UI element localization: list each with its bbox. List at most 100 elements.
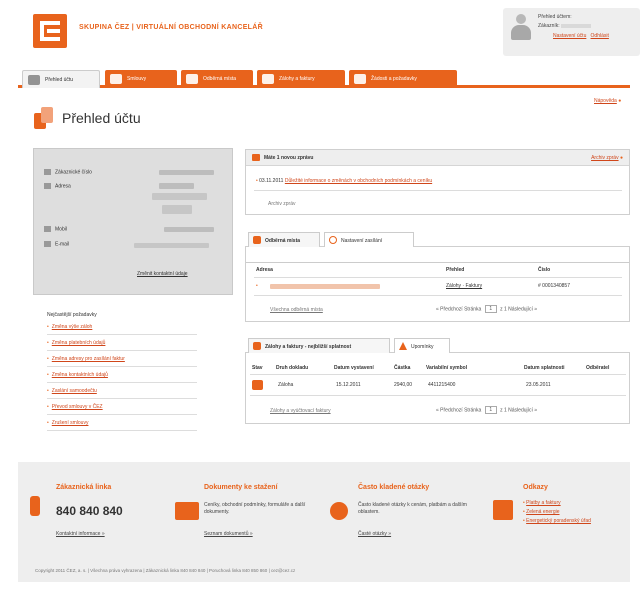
home-icon bbox=[28, 75, 40, 85]
all-invoices-link[interactable]: Zálohy a vyúčtovací faktury bbox=[270, 408, 331, 414]
faq-link[interactable]: Časté otázky » bbox=[358, 531, 391, 538]
tab-contracts[interactable]: Smlouvy bbox=[105, 70, 177, 88]
pager-next[interactable]: Následující » bbox=[508, 306, 537, 312]
list-item[interactable]: • Změna výše záloh bbox=[47, 324, 92, 330]
faq-title: Často kladené otázky bbox=[358, 484, 430, 491]
footer: Zákaznická linka 840 840 840 Kontaktní i… bbox=[18, 462, 630, 582]
logout-link[interactable]: Odhlásit bbox=[591, 33, 609, 39]
address-value-2 bbox=[152, 193, 207, 200]
col-issued: Datum vystavení bbox=[334, 365, 374, 371]
invoice-due: 23.05.2011 bbox=[526, 382, 551, 388]
divider bbox=[254, 295, 622, 296]
divider bbox=[250, 374, 626, 375]
all-places-link[interactable]: Všechna odběrná místa bbox=[270, 307, 323, 313]
page-title: Přehled účtu bbox=[62, 110, 141, 126]
footer-link-item[interactable]: • Zelená energie bbox=[523, 509, 560, 516]
invoices-panel: Stav Druh dokladu Datum vystavení Částka… bbox=[245, 352, 630, 424]
address-value-3 bbox=[162, 205, 192, 214]
col-number: Číslo bbox=[538, 267, 551, 273]
info-row-email: E-mail bbox=[44, 241, 69, 247]
bullet-icon: • bbox=[256, 178, 258, 184]
list-item[interactable]: • Převod smlouvy v ČEZ bbox=[47, 404, 103, 410]
tab-places-settings[interactable]: Nastavení zasílání bbox=[324, 232, 414, 247]
col-vs: Variabilní symbol bbox=[426, 365, 468, 371]
place-row-bullet: • bbox=[256, 283, 258, 289]
messages-header: Máte 1 novou zprávu bbox=[246, 150, 629, 166]
id-icon bbox=[44, 169, 51, 175]
user-avatar-icon bbox=[510, 14, 532, 42]
tab-places-active[interactable]: Odběrná místa bbox=[248, 232, 320, 247]
bullet-icon: • bbox=[47, 420, 49, 426]
copyright: Copyright 2011 ČEZ, a. s. | Všechna práv… bbox=[35, 568, 296, 573]
divider bbox=[47, 398, 197, 399]
message-item[interactable]: • 03.11.2011 Důležité informace o změnác… bbox=[256, 178, 432, 184]
warning-icon bbox=[399, 342, 407, 350]
list-item[interactable]: • Změna kontaktních údajů bbox=[47, 372, 108, 378]
documents-icon bbox=[34, 107, 54, 129]
docs-link[interactable]: Seznam dokumentů » bbox=[204, 531, 253, 538]
brand-title: SKUPINA ČEZ | VIRTUÁLNÍ OBCHODNÍ KANCELÁ… bbox=[79, 24, 263, 31]
tab-account-overview[interactable]: Přehled účtu bbox=[22, 70, 100, 88]
list-item[interactable]: • Zrušení smlouvy bbox=[47, 420, 88, 426]
arrow-icon: ● bbox=[619, 155, 623, 161]
info-row-mobile: Mobil bbox=[44, 226, 67, 232]
messages-archive-link[interactable]: Archiv zpráv bbox=[591, 155, 619, 161]
faq-text: Často kladené otázky k cenám, platbám a … bbox=[358, 502, 467, 515]
envelope-icon bbox=[252, 154, 260, 161]
invoice-vs: 4411215400 bbox=[428, 382, 456, 388]
invoice-icon bbox=[253, 342, 261, 350]
list-item[interactable]: • Změna adresy pro zasílání faktur bbox=[47, 356, 125, 362]
documents-icon bbox=[175, 502, 199, 520]
bullet-icon: • bbox=[47, 324, 49, 330]
place-address-link[interactable] bbox=[270, 284, 380, 289]
tab-invoices[interactable]: Zálohy a faktury bbox=[257, 70, 345, 88]
personal-info-box: Zákaznické číslo Adresa Mobil E-mail Změ… bbox=[33, 148, 233, 295]
invoice-amount: 2940,00 bbox=[394, 382, 413, 388]
place-overview-link[interactable]: Zálohy · Faktury bbox=[446, 283, 482, 289]
edit-contact-link[interactable]: Změnit kontaktní údaje bbox=[137, 271, 188, 277]
tab-invoices-active[interactable]: Zálohy a faktury - nejbližší splatnost bbox=[248, 338, 390, 353]
divider bbox=[250, 395, 626, 396]
footer-link-item[interactable]: • Platby a faktury bbox=[523, 500, 561, 507]
address-icon bbox=[44, 183, 51, 189]
col-address: Adresa bbox=[256, 267, 273, 273]
pager-prev[interactable]: « Předchozí bbox=[436, 407, 463, 413]
messages-panel: Máte 1 novou zprávu Archiv zpráv ● • 03.… bbox=[245, 149, 630, 215]
pager-prev[interactable]: « Předchozí bbox=[436, 306, 463, 312]
tab-reminders[interactable]: Upomínky bbox=[394, 338, 450, 353]
bullet-icon: • bbox=[47, 388, 49, 394]
invoice-issued: 15.12.2011 bbox=[336, 382, 361, 388]
contact-info-link[interactable]: Kontaktní informace » bbox=[56, 531, 105, 538]
divider bbox=[47, 366, 197, 367]
links-title: Odkazy bbox=[523, 484, 548, 491]
tab-requests[interactable]: Žádosti a požadavky bbox=[349, 70, 457, 88]
question-icon bbox=[330, 502, 348, 520]
bullet-icon: • bbox=[47, 340, 49, 346]
cez-logo[interactable] bbox=[33, 14, 67, 48]
account-settings-link[interactable]: Nastavení účtu bbox=[553, 33, 586, 39]
page-input[interactable]: 1 bbox=[484, 305, 497, 313]
contract-icon bbox=[110, 74, 122, 84]
docs-title: Dokumenty ke stažení bbox=[204, 484, 278, 491]
mobile-value bbox=[164, 227, 214, 232]
bullet-icon: • bbox=[47, 356, 49, 362]
pager-next[interactable]: Následující » bbox=[508, 407, 537, 413]
phone-icon bbox=[30, 496, 40, 516]
divider bbox=[47, 430, 197, 431]
page-input[interactable]: 1 bbox=[484, 406, 497, 414]
places-pager: « Předchozí Stránka 1 z 1 Následující » bbox=[436, 305, 538, 313]
invoice-icon bbox=[262, 74, 274, 84]
hotline-number: 840 840 840 bbox=[56, 504, 123, 518]
messages-more-link[interactable]: Archiv zpráv bbox=[268, 201, 296, 207]
info-row-address: Adresa bbox=[44, 183, 71, 189]
list-item[interactable]: • Změna platebních údajů bbox=[47, 340, 105, 346]
bullet-icon: • bbox=[47, 404, 49, 410]
meter-icon bbox=[253, 236, 261, 244]
tab-consumption-points[interactable]: Odběrná místa bbox=[181, 70, 253, 88]
col-doc-type: Druh dokladu bbox=[276, 365, 309, 371]
footer-link-item[interactable]: • Energetický poradenský úřad bbox=[523, 518, 591, 525]
info-row-customer-number: Zákaznické číslo bbox=[44, 169, 92, 175]
list-item[interactable]: • Zaslání samoodečtu bbox=[47, 388, 97, 394]
hotline-title: Zákaznická linka bbox=[56, 484, 112, 491]
help-link[interactable]: Nápověda bbox=[594, 98, 617, 104]
